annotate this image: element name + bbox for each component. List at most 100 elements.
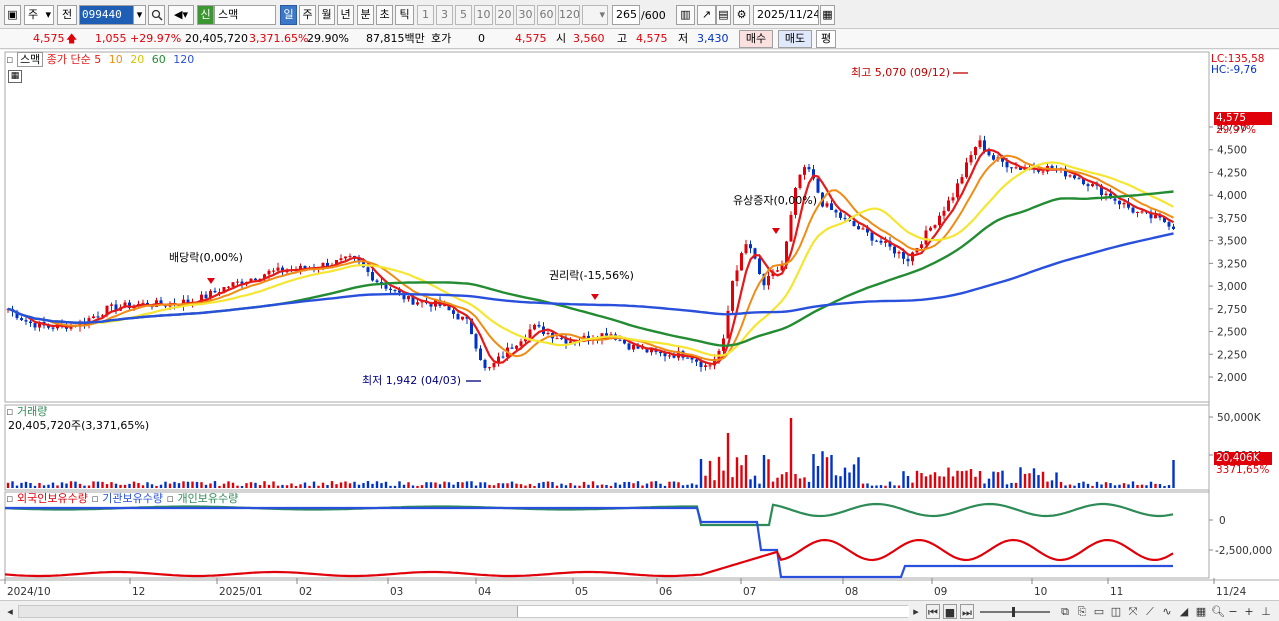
zoom-slider-handle[interactable]: [1012, 607, 1015, 617]
interval-5-button[interactable]: 5: [455, 5, 472, 25]
volume-bar: [218, 485, 221, 488]
volume-bar: [951, 476, 955, 488]
count-input[interactable]: 265: [612, 5, 640, 25]
interval-30-button[interactable]: 30: [516, 5, 535, 25]
candle-body: [978, 140, 982, 147]
zoom-icon[interactable]: 🔍︎: [1211, 604, 1225, 619]
interval-dropdown[interactable]: ▾: [582, 5, 608, 25]
volume-bar: [1091, 485, 1094, 488]
dividend-annotation: 배당락(0,00%): [169, 251, 243, 264]
candle-body: [371, 272, 374, 281]
date-input[interactable]: 2025/11/24: [753, 5, 819, 25]
volume-bar: [87, 485, 91, 488]
volume-bar: [564, 485, 568, 488]
period-year-button[interactable]: 년: [337, 5, 354, 25]
search-icon[interactable]: [148, 5, 165, 25]
volume-bar: [299, 484, 302, 488]
trend-icon[interactable]: ⟋: [1143, 604, 1157, 619]
zoom-slider[interactable]: [980, 607, 1050, 617]
volume-bar: [1032, 468, 1036, 488]
chart-type-select[interactable]: 주 ▾: [24, 5, 54, 25]
period-second-button[interactable]: 초: [376, 5, 393, 25]
stop-icon[interactable]: ■: [943, 604, 957, 619]
candle-body: [1172, 226, 1175, 229]
volume-bar: [452, 484, 455, 488]
calendar-icon[interactable]: ▦: [820, 5, 835, 25]
volume-bar: [384, 481, 388, 488]
layout-icon[interactable]: ▭: [1092, 604, 1106, 619]
pin-icon[interactable]: ⊥: [1259, 604, 1273, 619]
zoom-out-icon[interactable]: −: [1227, 604, 1239, 619]
save-icon[interactable]: ▤: [716, 5, 731, 25]
data-table-icon[interactable]: ▦: [8, 70, 22, 83]
volume-bar: [24, 481, 28, 488]
volume-bar: [200, 482, 203, 488]
candle-body: [870, 232, 874, 241]
candle-body: [1140, 211, 1144, 213]
volume-bar: [294, 485, 298, 488]
volume-bar: [1145, 485, 1148, 488]
code-dropdown-icon[interactable]: ▾: [133, 5, 146, 25]
toolbar: ▣ 주 ▾ 전 099440 ▾ ◀▾ 신 스맥 일 주 월 년 분 초 틱 1 …: [0, 0, 1279, 29]
volume-bar: [974, 476, 977, 488]
interval-10-button[interactable]: 10: [474, 5, 493, 25]
volume-bar: [15, 485, 19, 488]
scrollbar-thumb[interactable]: [517, 606, 909, 617]
ruler-icon[interactable]: ◢: [1177, 604, 1191, 619]
price-y-tick-label: 2,750: [1217, 304, 1247, 316]
candle-type-icon[interactable]: ▥: [676, 5, 695, 25]
gear-icon[interactable]: ⚙: [733, 5, 750, 25]
next-page-icon[interactable]: ⏭: [960, 604, 974, 619]
zoom-in-icon[interactable]: +: [1243, 604, 1255, 619]
volume-bar: [231, 482, 235, 488]
period-tick-button[interactable]: 틱: [395, 5, 414, 25]
price-change-pct: +29.97%: [130, 32, 182, 45]
buy-button[interactable]: 매수: [739, 30, 773, 48]
panel-bullet-icon: ▫: [6, 492, 14, 505]
period-day-button[interactable]: 일: [280, 5, 297, 25]
scroll-left-icon[interactable]: ◂: [4, 604, 16, 619]
x-tick-label: 12: [132, 586, 145, 598]
volume-bar: [933, 472, 937, 488]
candle-body: [956, 183, 959, 198]
period-minute-button[interactable]: 분: [357, 5, 374, 25]
candle-body: [254, 278, 257, 281]
interval-1-button[interactable]: 1: [417, 5, 434, 25]
horizontal-scrollbar[interactable]: [18, 605, 909, 618]
volume-bar: [1019, 467, 1022, 488]
candle-body: [735, 270, 739, 282]
split-icon[interactable]: ◫: [1109, 604, 1123, 619]
period-month-button[interactable]: 월: [318, 5, 335, 25]
stock-name-field[interactable]: 스맥: [214, 5, 276, 25]
interval-20-button[interactable]: 20: [495, 5, 514, 25]
grid-icon[interactable]: ▦: [1194, 604, 1208, 619]
volume-bar: [1046, 481, 1049, 488]
volume-bar: [686, 484, 689, 488]
x-tick-label: 04: [478, 586, 492, 598]
sell-button[interactable]: 매도: [778, 30, 812, 48]
chart-canvas[interactable]: 4,7504,5004,2504,0003,7503,5003,2503,000…: [0, 50, 1279, 600]
interval-120-button[interactable]: 120: [558, 5, 580, 25]
screenshot-icon[interactable]: ⧉: [1058, 604, 1072, 619]
interval-3-button[interactable]: 3: [436, 5, 453, 25]
window-menu-icon[interactable]: ▣: [4, 5, 21, 25]
speaker-icon[interactable]: ◀▾: [168, 5, 194, 25]
wave-icon[interactable]: ∿: [1160, 604, 1174, 619]
eval-button[interactable]: 평: [816, 30, 836, 48]
volume-bar: [42, 485, 46, 488]
copy-icon[interactable]: ⎘: [1075, 604, 1089, 619]
first-page-icon[interactable]: ⏮: [926, 604, 940, 619]
draw-tool-icon[interactable]: ↗: [697, 5, 716, 25]
candle-body: [830, 203, 833, 211]
volume-bar: [69, 481, 73, 488]
interval-60-button[interactable]: 60: [537, 5, 556, 25]
pan-icon[interactable]: ⤧: [1126, 604, 1140, 619]
prev-button[interactable]: 전: [57, 5, 77, 25]
candle-body: [942, 210, 946, 216]
stock-code-input[interactable]: 099440: [79, 5, 135, 25]
volume-bar: [681, 485, 685, 488]
candle-body: [546, 332, 550, 334]
scroll-right-icon[interactable]: ▸: [910, 604, 922, 619]
candle-body: [969, 155, 973, 163]
period-week-button[interactable]: 주: [299, 5, 316, 25]
